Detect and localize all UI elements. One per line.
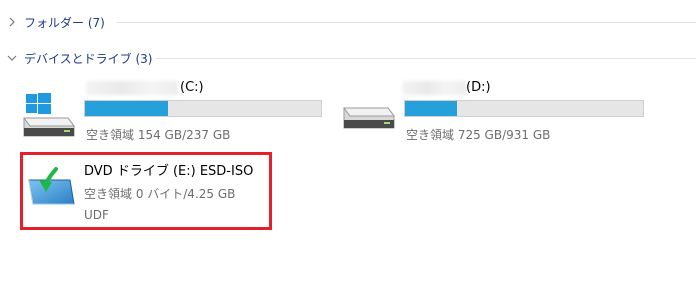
group-label-folders: フォルダー (7) xyxy=(24,15,105,30)
group-divider xyxy=(156,58,696,59)
group-header-devices[interactable]: デバイスとドライブ (3) xyxy=(6,48,696,68)
redacted-volume-label xyxy=(402,81,466,95)
hard-drive-icon xyxy=(340,104,398,142)
storage-usage-bar xyxy=(404,100,644,117)
chevron-right-icon[interactable] xyxy=(6,16,18,28)
redacted-volume-label xyxy=(86,81,178,95)
free-space-text: 空き領域 154 GB/237 GB xyxy=(86,128,231,142)
drive-item-c[interactable]: (C:) 空き領域 154 GB/237 GB xyxy=(18,78,338,148)
group-label-devices: デバイスとドライブ (3) xyxy=(24,51,153,66)
chevron-down-icon[interactable] xyxy=(6,52,18,64)
group-header-folders[interactable]: フォルダー (7) xyxy=(6,12,696,32)
free-space-text: 空き領域 725 GB/931 GB xyxy=(406,128,551,142)
drive-name: (C:) xyxy=(180,80,204,95)
group-divider xyxy=(116,22,696,23)
drive-item-d[interactable]: (D:) 空き領域 725 GB/931 GB xyxy=(338,78,658,148)
drive-item-e[interactable]: DVD ドライブ (E:) ESD-ISO 空き領域 0 バイト/4.25 GB… xyxy=(20,152,272,230)
selection-highlight-box xyxy=(20,152,272,230)
storage-usage-fill xyxy=(85,101,168,116)
windows-drive-icon xyxy=(20,92,78,146)
drive-name: (D:) xyxy=(466,80,491,95)
storage-usage-bar xyxy=(84,100,322,117)
storage-usage-fill xyxy=(405,101,458,116)
